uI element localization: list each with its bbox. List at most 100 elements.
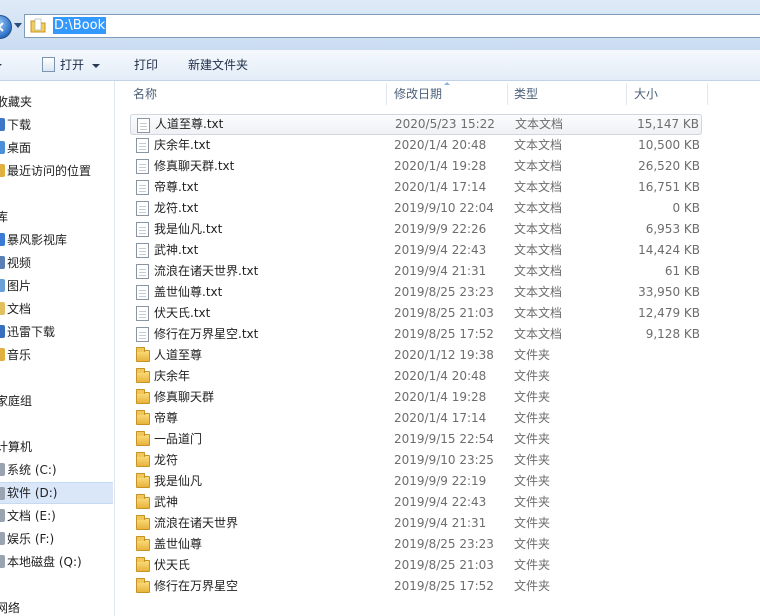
folder-row[interactable]: 人道至尊 2020/1/12 19:38 文件夹 [130, 345, 702, 366]
sidebar-item[interactable]: 网络 [0, 597, 113, 616]
file-type: 文本文档 [514, 159, 563, 173]
file-type: 文件夹 [514, 390, 551, 404]
text-file-icon [136, 222, 149, 237]
file-row[interactable]: 盖世仙尊.txt 2019/8/25 23:23 文本文档 33,950 KB [130, 282, 702, 303]
new-folder-button[interactable]: 新建文件夹 [188, 57, 248, 73]
column-size[interactable]: 大小 [634, 81, 658, 107]
file-row[interactable]: 修行在万界星空.txt 2019/8/25 17:52 文本文档 9,128 KB [130, 324, 702, 345]
file-type: 文本文档 [515, 117, 564, 131]
file-row[interactable]: 龙符.txt 2019/9/10 22:04 文本文档 0 KB [130, 198, 702, 219]
sidebar-item[interactable]: 娱乐 (F:) [0, 528, 113, 550]
file-row[interactable]: 伏天氏.txt 2019/8/25 21:03 文本文档 12,479 KB [130, 303, 702, 324]
sidebar-item[interactable]: 图片 [0, 275, 113, 297]
file-type: 文件夹 [514, 348, 551, 362]
print-button[interactable]: 打印 [134, 57, 158, 73]
column-divider[interactable] [507, 83, 508, 105]
column-divider[interactable] [707, 83, 708, 105]
back-button[interactable] [0, 15, 12, 39]
file-date-modified: 2020/5/23 15:22 [395, 117, 495, 131]
column-type[interactable]: 类型 [514, 81, 538, 107]
file-type: 文件夹 [514, 453, 551, 467]
sidebar-item[interactable]: 迅雷下载 [0, 321, 113, 343]
text-file-icon [136, 285, 149, 300]
sidebar-item[interactable]: 本地磁盘 (Q:) [0, 551, 113, 573]
file-date-modified: 2020/1/4 19:28 [394, 390, 487, 404]
address-path-text[interactable]: D:\Book [53, 17, 107, 34]
file-name: 流浪在诸天世界.txt [154, 264, 259, 278]
column-date-modified[interactable]: 修改日期 [394, 81, 442, 107]
file-type: 文本文档 [514, 285, 563, 299]
sidebar-item[interactable]: 收藏夹 [0, 91, 113, 113]
sidebar-item[interactable]: 视频 [0, 252, 113, 274]
file-date-modified: 2019/9/4 21:31 [394, 264, 487, 278]
sidebar-item[interactable]: 系统 (C:) [0, 459, 113, 481]
column-divider[interactable] [626, 83, 627, 105]
sidebar-item[interactable]: 暴风影视库 [0, 229, 113, 251]
sidebar-item[interactable]: 文档 [0, 298, 113, 320]
file-date-modified: 2020/1/4 20:48 [394, 138, 487, 152]
folder-icon [136, 452, 150, 467]
file-name: 修真聊天群.txt [154, 159, 235, 173]
sidebar-item[interactable]: 音乐 [0, 344, 113, 366]
sidebar-item[interactable]: 文档 (E:) [0, 505, 113, 527]
folder-row[interactable]: 修行在万界星空 2019/8/25 17:52 文件夹 [130, 576, 702, 597]
file-type: 文本文档 [514, 327, 563, 341]
sidebar-item-label: 娱乐 (F:) [7, 532, 55, 546]
file-name: 武神 [154, 495, 179, 509]
folder-row[interactable]: 一品道门 2019/9/15 22:54 文件夹 [130, 429, 702, 450]
sidebar-item[interactable]: 下载 [0, 114, 113, 136]
file-row[interactable]: 修真聊天群.txt 2020/1/4 19:28 文本文档 26,520 KB [130, 156, 702, 177]
folder-row[interactable]: 流浪在诸天世界 2019/9/4 21:31 文件夹 [130, 513, 702, 534]
recent-pages-dropdown-icon[interactable] [14, 23, 22, 28]
sidebar-item[interactable]: 桌面 [0, 137, 113, 159]
organize-dropdown-icon[interactable] [0, 57, 2, 73]
file-row[interactable]: 人道至尊.txt 2020/5/23 15:22 文本文档 15,147 KB [130, 114, 702, 135]
file-date-modified: 2020/1/4 17:14 [394, 180, 487, 194]
sort-ascending-icon [444, 82, 450, 85]
folder-row[interactable]: 修真聊天群 2020/1/4 19:28 文件夹 [130, 387, 702, 408]
folder-row[interactable]: 我是仙凡 2019/9/9 22:19 文件夹 [130, 471, 702, 492]
column-name[interactable]: 名称 [133, 81, 157, 107]
file-name: 帝尊.txt [154, 180, 199, 194]
address-bar[interactable]: D:\Book [24, 14, 760, 38]
drive-icon [0, 555, 5, 568]
file-type: 文本文档 [514, 201, 563, 215]
text-file-icon [136, 138, 149, 153]
file-type: 文件夹 [514, 516, 551, 530]
column-divider[interactable] [386, 83, 387, 105]
file-date-modified: 2019/9/15 22:54 [394, 432, 494, 446]
sidebar-item[interactable]: 计算机 [0, 436, 113, 458]
open-button[interactable]: 打开 [42, 57, 101, 73]
file-row[interactable]: 武神.txt 2019/9/4 22:43 文本文档 14,424 KB [130, 240, 702, 261]
folder-row[interactable]: 庆余年 2020/1/4 20:48 文件夹 [130, 366, 702, 387]
video-icon [0, 256, 5, 269]
file-row[interactable]: 帝尊.txt 2020/1/4 17:14 文本文档 16,751 KB [130, 177, 702, 198]
file-row[interactable]: 庆余年.txt 2020/1/4 20:48 文本文档 10,500 KB [130, 135, 702, 156]
file-size: 10,500 KB [638, 138, 700, 152]
folder-row[interactable]: 盖世仙尊 2019/8/25 23:23 文件夹 [130, 534, 702, 555]
folder-row[interactable]: 帝尊 2020/1/4 17:14 文件夹 [130, 408, 702, 429]
video-library-icon [0, 233, 5, 246]
file-name: 帝尊 [154, 411, 179, 425]
sidebar-item[interactable]: 软件 (D:) [0, 482, 113, 504]
drive-icon [0, 509, 5, 522]
file-row[interactable]: 流浪在诸天世界.txt 2019/9/4 21:31 文本文档 61 KB [130, 261, 702, 282]
file-date-modified: 2019/9/4 22:43 [394, 495, 487, 509]
folder-row[interactable]: 伏天氏 2019/8/25 21:03 文件夹 [130, 555, 702, 576]
open-dropdown-icon[interactable] [92, 63, 101, 68]
file-row[interactable]: 我是仙凡.txt 2019/9/9 22:26 文本文档 6,953 KB [130, 219, 702, 240]
file-name: 盖世仙尊.txt [154, 285, 223, 299]
folder-row[interactable]: 武神 2019/9/4 22:43 文件夹 [130, 492, 702, 513]
folder-icon [30, 18, 46, 33]
file-name: 一品道门 [154, 432, 203, 446]
sidebar-item[interactable]: 家庭组 [0, 390, 113, 412]
thunder-download-icon [0, 325, 5, 338]
folder-icon [136, 473, 150, 488]
file-date-modified: 2019/9/9 22:19 [394, 474, 487, 488]
sidebar-item[interactable]: 库 [0, 206, 113, 228]
file-date-modified: 2019/8/25 17:52 [394, 327, 494, 341]
sidebar-item[interactable]: 最近访问的位置 [0, 160, 113, 182]
folder-icon [136, 368, 150, 383]
file-size: 15,147 KB [637, 117, 699, 131]
folder-row[interactable]: 龙符 2019/9/10 23:25 文件夹 [130, 450, 702, 471]
